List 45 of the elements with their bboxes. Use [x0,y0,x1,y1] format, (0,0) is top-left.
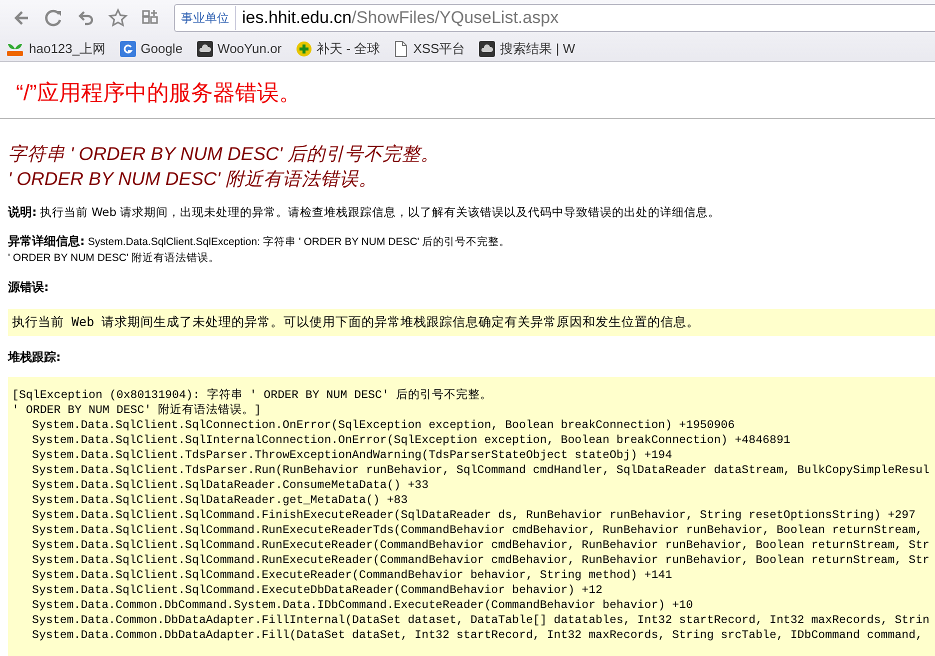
bookmark-link[interactable]: hao123_上网 [29,40,106,58]
stack-frame-line: System.Data.SqlClient.SqlInternalConnection.OnError(SqlException exception, Boolean breakConnection) +4846891 [31,433,792,448]
stack-frame-line: System.Data.SqlClient.SqlCommand.RunExecuteReader(CommandBehavior cmdBehavior, RunBehavior runBehavior, Boolean returnStream, Str [31,538,931,553]
page-icon [394,40,408,56]
stack-frame-line: System.Data.Common.DbDataAdapter.Fill(DataSet dataSet, Int32 startRecord, Int32 maxRecords, String srcTable, IDbCommand command, [31,628,924,643]
stack-frame-line: System.Data.SqlClient.SqlCommand.RunExecuteReader(CommandBehavior cmdBehavior, RunBehavior runBehavior, Boolean returnStream, Str [31,553,931,568]
cloud-icon [196,40,213,56]
exception-text: System.Data.SqlClient.SqlException: 字符串 ' ORDER BY NUM DESC' 后的引号不完整。 [88,236,510,248]
stack-frame-line: System.Data.SqlClient.SqlCommand.RunExecuteReaderTds(CommandBehavior cmdBehavior, RunBehavior runBehavior, Boolean returnStream, [31,523,924,538]
bookmark-link[interactable]: Google [140,41,183,56]
bookmark-link[interactable]: XSS平台 [413,40,466,58]
undo-icon[interactable] [76,8,96,28]
plus-icon [296,40,312,56]
exception-text: ' ORDER BY NUM DESC' 附近有语法错误。 [8,252,220,264]
description-text: 执行当前 Web 请求期间，出现未处理的异常。请检查堆栈跟踪信息，以了解有关该错误以及代码中导致错误的出处的详细信息。 [40,205,720,219]
exception-message-line: ' ORDER BY NUM DESC' 附近有语法错误。] [12,403,262,418]
reload-icon[interactable] [44,8,64,28]
g-icon [120,40,136,56]
star-icon[interactable] [108,8,128,28]
stack-frame-line: System.Data.Common.DbCommand.System.Data.IDbCommand.ExecuteReader(CommandBehavior behavior) +10 [31,598,694,613]
error-message: 字符串 ' ORDER BY NUM DESC' 后的引号不完整。 [8,142,441,166]
stack-frame-line: System.Data.SqlClient.TdsParser.Run(RunBehavior runBehavior, SqlCommand cmdHandler, SqlDataReader dataStream, BulkCopySimpleResul [31,463,931,478]
url-text: ies.hhit.edu.cn/ShowFiles/YQuseList.aspx [241,8,559,28]
source-error-label: 源错误: [8,280,50,295]
bookmark-link[interactable]: 补天 - 全球 [316,40,380,58]
stack-frame-line: System.Data.SqlClient.SqlDataReader.get_MetaData() +83 [31,493,409,508]
bookmark-link[interactable]: WooYun.or [218,41,282,56]
source-error-text: 执行当前 Web 请求期间生成了未处理的异常。可以使用下面的异常堆栈跟踪信息确定有关异常原因和发生位置的信息。 [8,309,935,336]
cloud-icon [479,40,496,56]
stack-frame-line: System.Data.SqlClient.TdsParser.ThrowExceptionAndWarning(TdsParserStateObject stateObj) +194 [31,448,674,463]
stack-frame-line: System.Data.SqlClient.SqlDataReader.ConsumeMetaData() +33 [31,478,430,493]
address-field[interactable]: 事业单位 ies.hhit.edu.cn/ShowFiles/YQuseList.aspx [174,4,935,32]
exception-message-line: [SqlException (0x80131904): 字符串 ' ORDER BY NUM DESC' 后的引号不完整。 [12,388,493,403]
bookmark-link[interactable]: 搜索结果 | W [500,40,576,58]
stack-frame-line: System.Data.SqlClient.SqlCommand.ExecuteDbDataReader(CommandBehavior behavior) +12 [31,583,604,598]
stack-frame-line: System.Data.Common.DbDataAdapter.FillInternal(DataSet dataset, DataTable[] datatables, Int32 startRecord, Int32 maxRecords, Strin [31,613,931,628]
error-title: “/”应用程序中的服务器错误。 [16,79,302,107]
error-message: ' ORDER BY NUM DESC' 附近有语法错误。 [8,167,378,191]
stack-frame-line: System.Data.SqlClient.SqlCommand.FinishExecuteReader(SqlDataReader ds, RunBehavior runBehavior, String resetOptionsString) +297 [31,508,917,523]
stack-frame-line: System.Data.SqlClient.SqlCommand.ExecuteReader(CommandBehavior behavior, String method) +141 [31,568,674,583]
description-label: 说明: [8,205,37,219]
exception-label: 异常详细信息: [8,234,85,248]
stack-frame-line: System.Data.SqlClient.SqlConnection.OnError(SqlException exception, Boolean breakConnection) +1950906 [31,418,736,433]
site-badge: 事业单位 [175,6,236,30]
stack-trace-label: 堆栈跟踪: [8,350,62,365]
